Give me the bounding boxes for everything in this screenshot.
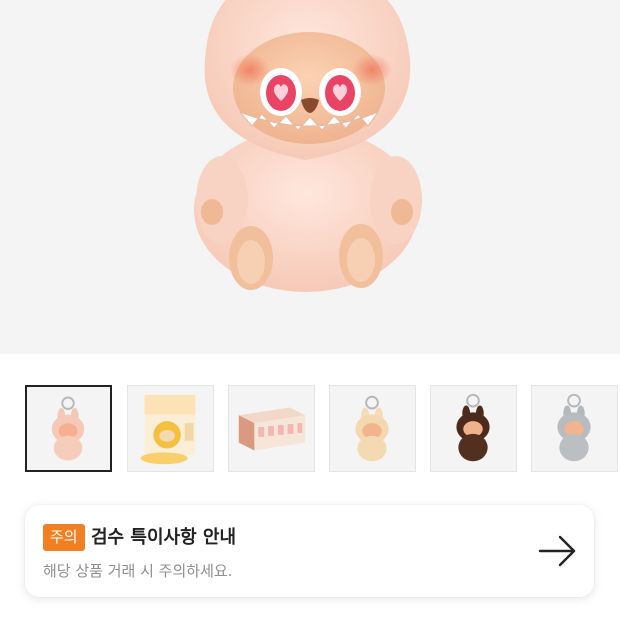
thumbnail-blind-box-package[interactable]	[127, 385, 214, 472]
beige-keychain-image	[355, 395, 389, 462]
caution-badge: 주의	[43, 524, 85, 551]
brown-keychain-image	[456, 393, 490, 462]
notice-title: 검수 특이사항 안내	[91, 527, 237, 548]
inspection-notice-card[interactable]: 주의 검수 특이사항 안내 해당 상품 거래 시 주의하세요.	[25, 505, 594, 597]
thumbnail-brown-keychain[interactable]	[430, 385, 517, 472]
gray-keychain-image	[557, 393, 591, 462]
notice-subtitle: 해당 상품 거래 시 주의하세요.	[43, 562, 233, 580]
product-hero-image[interactable]	[0, 0, 620, 354]
thumbnail-pink-keychain[interactable]	[25, 385, 112, 472]
pink-keychain-image	[51, 396, 85, 461]
blind-box-package-image	[140, 394, 196, 465]
thumbnail-display-box-set[interactable]	[228, 385, 315, 472]
display-box-set-image	[238, 407, 306, 451]
thumbnail-gray-keychain[interactable]	[531, 385, 618, 472]
arrow-right-icon[interactable]	[538, 533, 578, 569]
plush-doll-image	[194, 0, 422, 292]
thumbnail-strip	[25, 385, 620, 475]
thumbnail-beige-keychain[interactable]	[329, 385, 416, 472]
